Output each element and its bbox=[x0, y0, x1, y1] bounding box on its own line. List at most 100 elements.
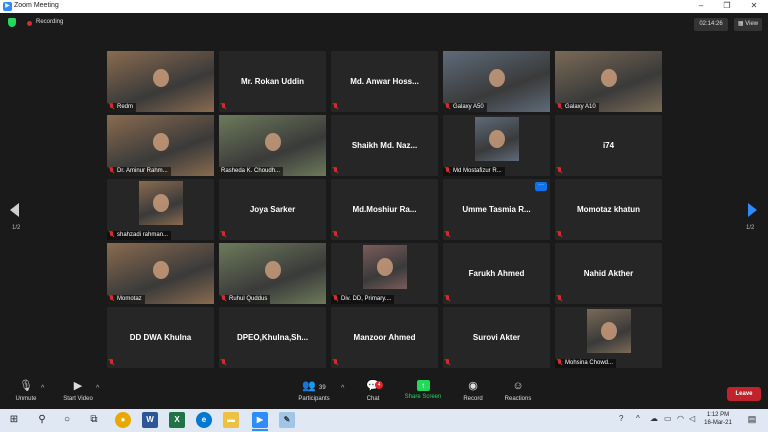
participant-tile[interactable]: Md Mostafizur R... bbox=[443, 115, 550, 176]
participant-tile[interactable]: Galaxy A10 bbox=[555, 51, 662, 112]
battery-icon[interactable]: ▭ bbox=[664, 414, 672, 423]
participant-tile[interactable]: Dr. Aminur Rahm... bbox=[107, 115, 214, 176]
participant-label bbox=[443, 295, 456, 304]
excel-icon[interactable]: X bbox=[169, 412, 185, 428]
video-options-caret[interactable]: ^ bbox=[96, 385, 99, 392]
participant-tile[interactable]: Joya Sarker bbox=[219, 179, 326, 240]
search-icon[interactable]: ⚲ bbox=[34, 412, 50, 428]
participant-tile[interactable]: Galaxy A50 bbox=[443, 51, 550, 112]
person-silhouette bbox=[600, 69, 617, 88]
participant-label-text: Div. DD, Primary.... bbox=[341, 296, 392, 302]
leave-button[interactable]: Leave bbox=[727, 387, 761, 401]
participant-tile[interactable]: DD DWA Khulna bbox=[107, 307, 214, 368]
shield-icon[interactable] bbox=[8, 18, 16, 27]
participant-label-text: Ruhul Quddus bbox=[229, 296, 268, 302]
mic-muted-icon bbox=[445, 167, 450, 173]
mic-muted-icon bbox=[557, 103, 562, 109]
taskbar-clock[interactable]: 1:12 PM 16-Mar-21 bbox=[700, 411, 736, 427]
meeting-timer: 02:14:26 bbox=[694, 18, 728, 31]
record-icon: ◉ bbox=[468, 380, 478, 392]
participant-name: Md.Moshiur Ra... bbox=[352, 205, 417, 214]
file-explorer-icon[interactable]: ▬ bbox=[223, 412, 239, 428]
next-page-arrow[interactable] bbox=[748, 203, 757, 217]
mic-muted-icon bbox=[333, 359, 338, 365]
show-hidden-icons-icon[interactable]: ^ bbox=[636, 414, 640, 423]
participant-label bbox=[219, 231, 232, 240]
participant-label-text: Mohsina Chowd... bbox=[565, 360, 614, 366]
participant-tile[interactable]: Mohsina Chowd... bbox=[555, 307, 662, 368]
minimize-button[interactable]: – bbox=[690, 0, 712, 13]
volume-icon[interactable]: ◁ bbox=[689, 414, 695, 423]
mic-muted-icon bbox=[109, 103, 114, 109]
mic-muted-icon bbox=[109, 295, 114, 301]
participant-tile[interactable]: shahzadi rahman... bbox=[107, 179, 214, 240]
participant-label bbox=[331, 359, 344, 368]
participant-tile[interactable]: Surovi Akter bbox=[443, 307, 550, 368]
participant-tile[interactable]: Farukh Ahmed bbox=[443, 243, 550, 304]
participant-tile[interactable]: Momotaz khatun bbox=[555, 179, 662, 240]
more-options-button[interactable]: ··· bbox=[535, 182, 547, 191]
recording-label[interactable]: Recording bbox=[36, 19, 63, 25]
zoom-icon[interactable]: ▶ bbox=[252, 412, 268, 428]
mic-muted-icon bbox=[109, 359, 114, 365]
mic-muted-icon bbox=[109, 231, 114, 237]
start-video-button[interactable]: ▶ Start Video bbox=[58, 380, 98, 402]
word-icon[interactable]: W bbox=[142, 412, 158, 428]
participant-tile[interactable]: Nahid Akther bbox=[555, 243, 662, 304]
edge-icon[interactable]: e bbox=[196, 412, 212, 428]
share-screen-button[interactable]: ↑ Share Screen bbox=[402, 380, 444, 400]
participant-tile[interactable]: Mr. Rokan Uddin bbox=[219, 51, 326, 112]
mic-muted-icon bbox=[333, 231, 338, 237]
participant-tile[interactable]: Umme Tasmia R... ··· bbox=[443, 179, 550, 240]
participant-tile[interactable]: Md.Moshiur Ra... bbox=[331, 179, 438, 240]
participant-profile-photo bbox=[587, 309, 631, 353]
participant-label bbox=[443, 231, 456, 240]
previous-page-arrow[interactable] bbox=[10, 203, 19, 217]
share-screen-icon: ↑ bbox=[416, 380, 430, 391]
participant-tile[interactable]: Shaikh Md. Naz... bbox=[331, 115, 438, 176]
windows-start-icon[interactable]: ⊞ bbox=[6, 412, 22, 428]
person-silhouette bbox=[264, 133, 281, 152]
recording-dot-icon bbox=[27, 21, 32, 26]
participant-label-text: Galaxy A50 bbox=[453, 104, 484, 110]
view-button[interactable]: ▦ View bbox=[734, 18, 762, 31]
mic-muted-icon bbox=[221, 231, 226, 237]
cortana-icon[interactable]: ○ bbox=[59, 412, 75, 428]
audio-options-caret[interactable]: ^ bbox=[41, 385, 44, 392]
help-icon[interactable]: ? bbox=[619, 414, 623, 423]
participants-button[interactable]: 👥 39 Participants bbox=[294, 380, 334, 402]
reactions-button[interactable]: ☺ Reactions bbox=[501, 380, 535, 402]
window-title-bar: ▶ Zoom Meeting – ❐ ✕ bbox=[0, 0, 768, 13]
participant-tile[interactable]: Momotaz bbox=[107, 243, 214, 304]
mic-muted-icon bbox=[557, 359, 562, 365]
participant-label: Div. DD, Primary.... bbox=[331, 295, 395, 304]
notifications-icon[interactable]: ▤ bbox=[746, 413, 758, 425]
participant-tile[interactable]: Md. Anwar Hoss... bbox=[331, 51, 438, 112]
record-button[interactable]: ◉ Record bbox=[459, 380, 487, 402]
participant-tile[interactable]: Div. DD, Primary.... bbox=[331, 243, 438, 304]
person-silhouette bbox=[153, 194, 169, 213]
zoom-app-icon: ▶ bbox=[3, 2, 12, 11]
restore-button[interactable]: ❐ bbox=[716, 0, 738, 13]
participant-tile[interactable]: Rasheda K. Choudh... bbox=[219, 115, 326, 176]
participant-tile[interactable]: Redm bbox=[107, 51, 214, 112]
task-view-icon[interactable]: ⧉ bbox=[86, 412, 102, 428]
gallery-grid: Redm Mr. Rokan Uddin Md. Anwar Hoss... Gala… bbox=[107, 51, 662, 370]
unmute-button[interactable]: 🎙 Unmute bbox=[10, 380, 42, 402]
notepad-icon[interactable]: ✎ bbox=[279, 412, 295, 428]
participant-tile[interactable]: Ruhul Quddus bbox=[219, 243, 326, 304]
participants-options-caret[interactable]: ^ bbox=[341, 385, 344, 392]
person-silhouette bbox=[264, 261, 281, 280]
cloud-icon[interactable]: ☁ bbox=[650, 414, 658, 423]
close-window-button[interactable]: ✕ bbox=[743, 0, 765, 13]
participant-label: Dr. Aminur Rahm... bbox=[107, 167, 171, 176]
participant-tile[interactable]: i74 bbox=[555, 115, 662, 176]
chrome-icon[interactable]: ● bbox=[115, 412, 131, 428]
wifi-icon[interactable]: ◠ bbox=[677, 414, 684, 423]
mic-muted-icon bbox=[557, 231, 562, 237]
participant-label bbox=[331, 231, 344, 240]
participant-tile[interactable]: DPEO,Khulna,Sh... bbox=[219, 307, 326, 368]
participant-tile[interactable]: Manzoor Ahmed bbox=[331, 307, 438, 368]
participant-label bbox=[219, 359, 232, 368]
participant-name: i74 bbox=[602, 141, 615, 150]
